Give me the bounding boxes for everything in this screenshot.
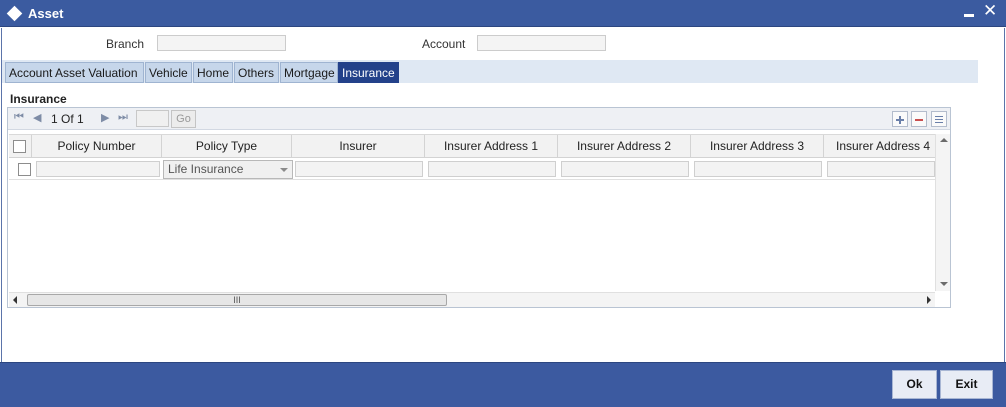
col-insurer-address-3[interactable]: Insurer Address 3 — [691, 135, 824, 158]
policy-number-input[interactable] — [36, 161, 160, 177]
next-page-icon[interactable]: ▶ — [101, 111, 109, 124]
window-titlebar: Asset ✕ — [0, 0, 1006, 27]
row-select-checkbox[interactable] — [18, 163, 31, 176]
close-icon[interactable]: ✕ — [983, 1, 997, 21]
pager-text: 1 Of 1 — [51, 112, 84, 126]
insurance-grid: ⏮ ◀ 1 Of 1 ▶ ⏭ Go Policy Number Policy T… — [7, 107, 951, 308]
insurer-address-1-input[interactable] — [428, 161, 556, 177]
prev-page-icon[interactable]: ◀ — [33, 111, 41, 124]
exit-button[interactable]: Exit — [940, 370, 993, 399]
chevron-down-icon — [280, 168, 288, 172]
tab-others[interactable]: Others — [234, 62, 279, 83]
go-button[interactable]: Go — [171, 110, 196, 128]
scroll-thumb[interactable]: III — [27, 294, 447, 306]
policy-type-value: Life Insurance — [168, 162, 244, 176]
section-title: Insurance — [10, 92, 67, 106]
table-row: Life Insurance — [9, 158, 935, 180]
col-insurer-address-4[interactable]: Insurer Address 4 — [824, 135, 935, 158]
scroll-right-icon[interactable] — [927, 296, 931, 304]
last-page-icon[interactable]: ⏭ — [118, 111, 128, 124]
window-title: Asset — [28, 6, 64, 21]
col-insurer-address-2[interactable]: Insurer Address 2 — [558, 135, 691, 158]
add-row-icon[interactable] — [892, 111, 908, 127]
branch-field[interactable] — [157, 35, 286, 51]
insurer-input[interactable] — [295, 161, 423, 177]
scroll-down-icon[interactable] — [940, 282, 948, 286]
col-policy-number[interactable]: Policy Number — [32, 135, 162, 158]
vertical-scrollbar[interactable] — [935, 134, 950, 291]
tab-home[interactable]: Home — [193, 62, 233, 83]
insurer-address-3-input[interactable] — [694, 161, 822, 177]
account-field[interactable] — [477, 35, 606, 51]
insurer-address-4-input[interactable] — [827, 161, 935, 177]
tab-strip: Account Asset Valuation Vehicle Home Oth… — [2, 60, 978, 83]
tab-mortgage[interactable]: Mortgage — [280, 62, 338, 83]
select-all-checkbox[interactable] — [13, 140, 26, 153]
scroll-left-icon[interactable] — [13, 296, 17, 304]
branch-label: Branch — [106, 37, 145, 51]
grid-header: Policy Number Policy Type Insurer Insure… — [9, 134, 935, 158]
scroll-up-icon[interactable] — [940, 138, 948, 142]
horizontal-scrollbar[interactable]: III — [9, 292, 935, 307]
delete-row-icon[interactable] — [911, 111, 927, 127]
col-insurer[interactable]: Insurer — [292, 135, 425, 158]
col-insurer-address-1[interactable]: Insurer Address 1 — [425, 135, 558, 158]
grid-toolbar: ⏮ ◀ 1 Of 1 ▶ ⏭ Go — [8, 108, 950, 130]
ok-button[interactable]: Ok — [892, 370, 937, 399]
page-number-input[interactable] — [136, 110, 169, 127]
tab-account-asset-valuation[interactable]: Account Asset Valuation — [5, 62, 144, 83]
account-label: Account — [422, 37, 466, 51]
first-page-icon[interactable]: ⏮ — [14, 111, 24, 124]
policy-type-select[interactable]: Life Insurance — [163, 160, 293, 179]
footer-bar: Ok Exit — [0, 362, 1006, 407]
tab-vehicle[interactable]: Vehicle — [145, 62, 192, 83]
app-diamond-icon — [6, 5, 23, 22]
tab-insurance[interactable]: Insurance — [338, 62, 399, 83]
single-view-icon[interactable] — [931, 111, 947, 127]
minimize-icon[interactable] — [962, 4, 976, 22]
insurer-address-2-input[interactable] — [561, 161, 689, 177]
col-policy-type[interactable]: Policy Type — [162, 135, 292, 158]
